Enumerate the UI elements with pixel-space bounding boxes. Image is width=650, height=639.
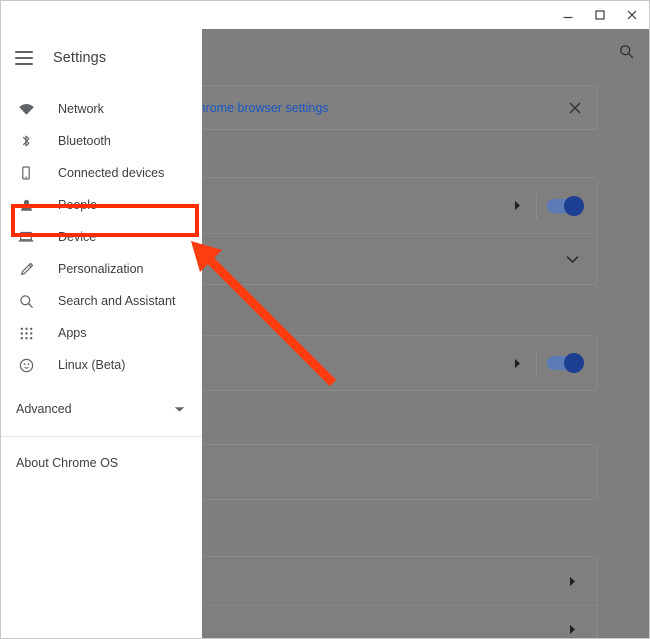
sidebar-nav: Network Bluetooth Connected devices Peop… [1, 86, 202, 479]
pen-icon [16, 259, 36, 279]
control-divider [536, 192, 537, 219]
bluetooth-icon [16, 131, 36, 151]
window-controls [553, 1, 647, 29]
sidebar-item-label: Apps [58, 326, 87, 340]
sidebar-item-label: Bluetooth [58, 134, 111, 148]
wifi-icon [16, 99, 36, 119]
sidebar-item-people[interactable]: People [1, 189, 202, 221]
toggle-knob [564, 353, 584, 373]
sidebar-item-device[interactable]: Device [1, 221, 202, 253]
sidebar-item-advanced[interactable]: Advanced [1, 393, 202, 425]
settings-drawer: Settings Network Bluetooth Connected dev… [1, 29, 202, 638]
linux-penguin-icon [16, 355, 36, 375]
sidebar-item-label: Linux (Beta) [58, 358, 126, 372]
close-button[interactable] [617, 2, 647, 28]
sidebar-item-connected-devices[interactable]: Connected devices [1, 157, 202, 189]
phone-icon [16, 163, 36, 183]
chevron-down-icon[interactable] [563, 251, 581, 269]
search-icon[interactable] [614, 39, 638, 63]
sidebar-item-label: Personalization [58, 262, 144, 276]
sidebar-item-label: Device [58, 230, 97, 244]
toggle-knob [564, 195, 584, 216]
page-title: Settings [53, 49, 107, 66]
sidebar-item-label: Connected devices [58, 166, 165, 180]
window-title-bar [1, 1, 649, 29]
hamburger-menu-icon[interactable] [15, 47, 37, 69]
magnifier-icon [16, 291, 36, 311]
sidebar-item-search-and-assistant[interactable]: Search and Assistant [1, 285, 202, 317]
chevron-right-icon[interactable] [563, 621, 581, 639]
minimize-button[interactable] [553, 2, 583, 28]
sidebar-item-label: About Chrome OS [16, 456, 119, 470]
divider [1, 436, 202, 437]
sidebar-item-label: People [58, 198, 97, 212]
person-icon [16, 195, 36, 215]
chevron-right-icon[interactable] [508, 354, 526, 372]
banner-close-icon[interactable] [553, 101, 597, 115]
chevron-right-icon[interactable] [563, 572, 581, 590]
laptop-icon [16, 227, 36, 247]
drawer-header: Settings [1, 29, 202, 86]
sidebar-item-label: Search and Assistant [58, 294, 176, 308]
apps-grid-icon [16, 323, 36, 343]
sidebar-item-about-chrome-os[interactable]: About Chrome OS [1, 447, 202, 479]
toggle-switch[interactable] [547, 195, 584, 216]
control-divider [536, 350, 537, 376]
chevron-down-icon[interactable] [171, 401, 187, 417]
chrome-browser-settings-link[interactable]: Chrome browser settings [190, 101, 329, 115]
maximize-button[interactable] [585, 2, 615, 28]
chevron-right-icon[interactable] [508, 197, 526, 215]
settings-window: his page, look in your Chrome browser se… [0, 0, 650, 639]
sidebar-item-apps[interactable]: Apps [1, 317, 202, 349]
sidebar-item-bluetooth[interactable]: Bluetooth [1, 125, 202, 157]
sidebar-item-linux-beta[interactable]: Linux (Beta) [1, 349, 202, 381]
sidebar-item-label: Network [58, 102, 104, 116]
sidebar-item-label: Advanced [16, 402, 72, 416]
sidebar-item-personalization[interactable]: Personalization [1, 253, 202, 285]
sidebar-item-network[interactable]: Network [1, 93, 202, 125]
toggle-switch[interactable] [547, 353, 584, 373]
